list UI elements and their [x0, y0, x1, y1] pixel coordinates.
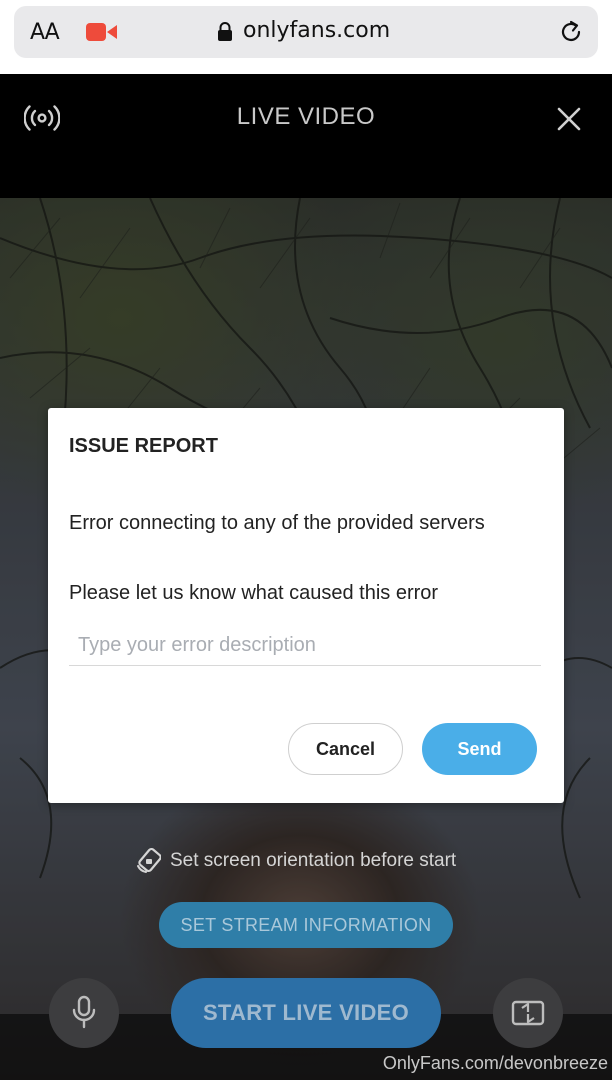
reload-icon[interactable]	[558, 19, 584, 45]
set-stream-information-button[interactable]: SET STREAM INFORMATION	[159, 902, 453, 948]
send-button[interactable]: Send	[422, 723, 537, 775]
address-bar[interactable]: AA onlyfans.com	[14, 6, 598, 58]
microphone-button[interactable]	[49, 978, 119, 1048]
orientation-hint: Set screen orientation before start	[135, 847, 456, 875]
recording-icon	[86, 23, 117, 41]
lock-icon	[218, 22, 232, 41]
close-icon[interactable]	[556, 106, 582, 132]
flip-camera-icon	[511, 1000, 545, 1025]
cancel-button[interactable]: Cancel	[288, 723, 403, 775]
issue-report-dialog: ISSUE REPORT Error connecting to any of …	[48, 408, 564, 803]
browser-toolbar: AA onlyfans.com	[0, 0, 612, 74]
microphone-icon	[72, 995, 96, 1028]
watermark: OnlyFans.com/devonbreeze	[382, 1053, 608, 1073]
flip-camera-button[interactable]	[493, 978, 563, 1048]
rotation-lock-icon	[137, 848, 161, 873]
error-prompt: Please let us know what caused this erro…	[69, 582, 439, 604]
orientation-hint-text: Set screen orientation before start	[170, 850, 457, 871]
dialog-title: ISSUE REPORT	[69, 435, 218, 457]
live-header: LIVE VIDEO	[0, 74, 612, 198]
page-title: LIVE VIDEO	[236, 103, 376, 130]
start-live-video-button[interactable]: START LIVE VIDEO	[171, 978, 441, 1048]
url-text[interactable]: onlyfans.com	[243, 18, 390, 43]
text-size-icon[interactable]: AA	[30, 20, 60, 45]
error-description-input[interactable]	[69, 626, 541, 666]
error-message: Error connecting to any of the provided …	[69, 512, 485, 534]
